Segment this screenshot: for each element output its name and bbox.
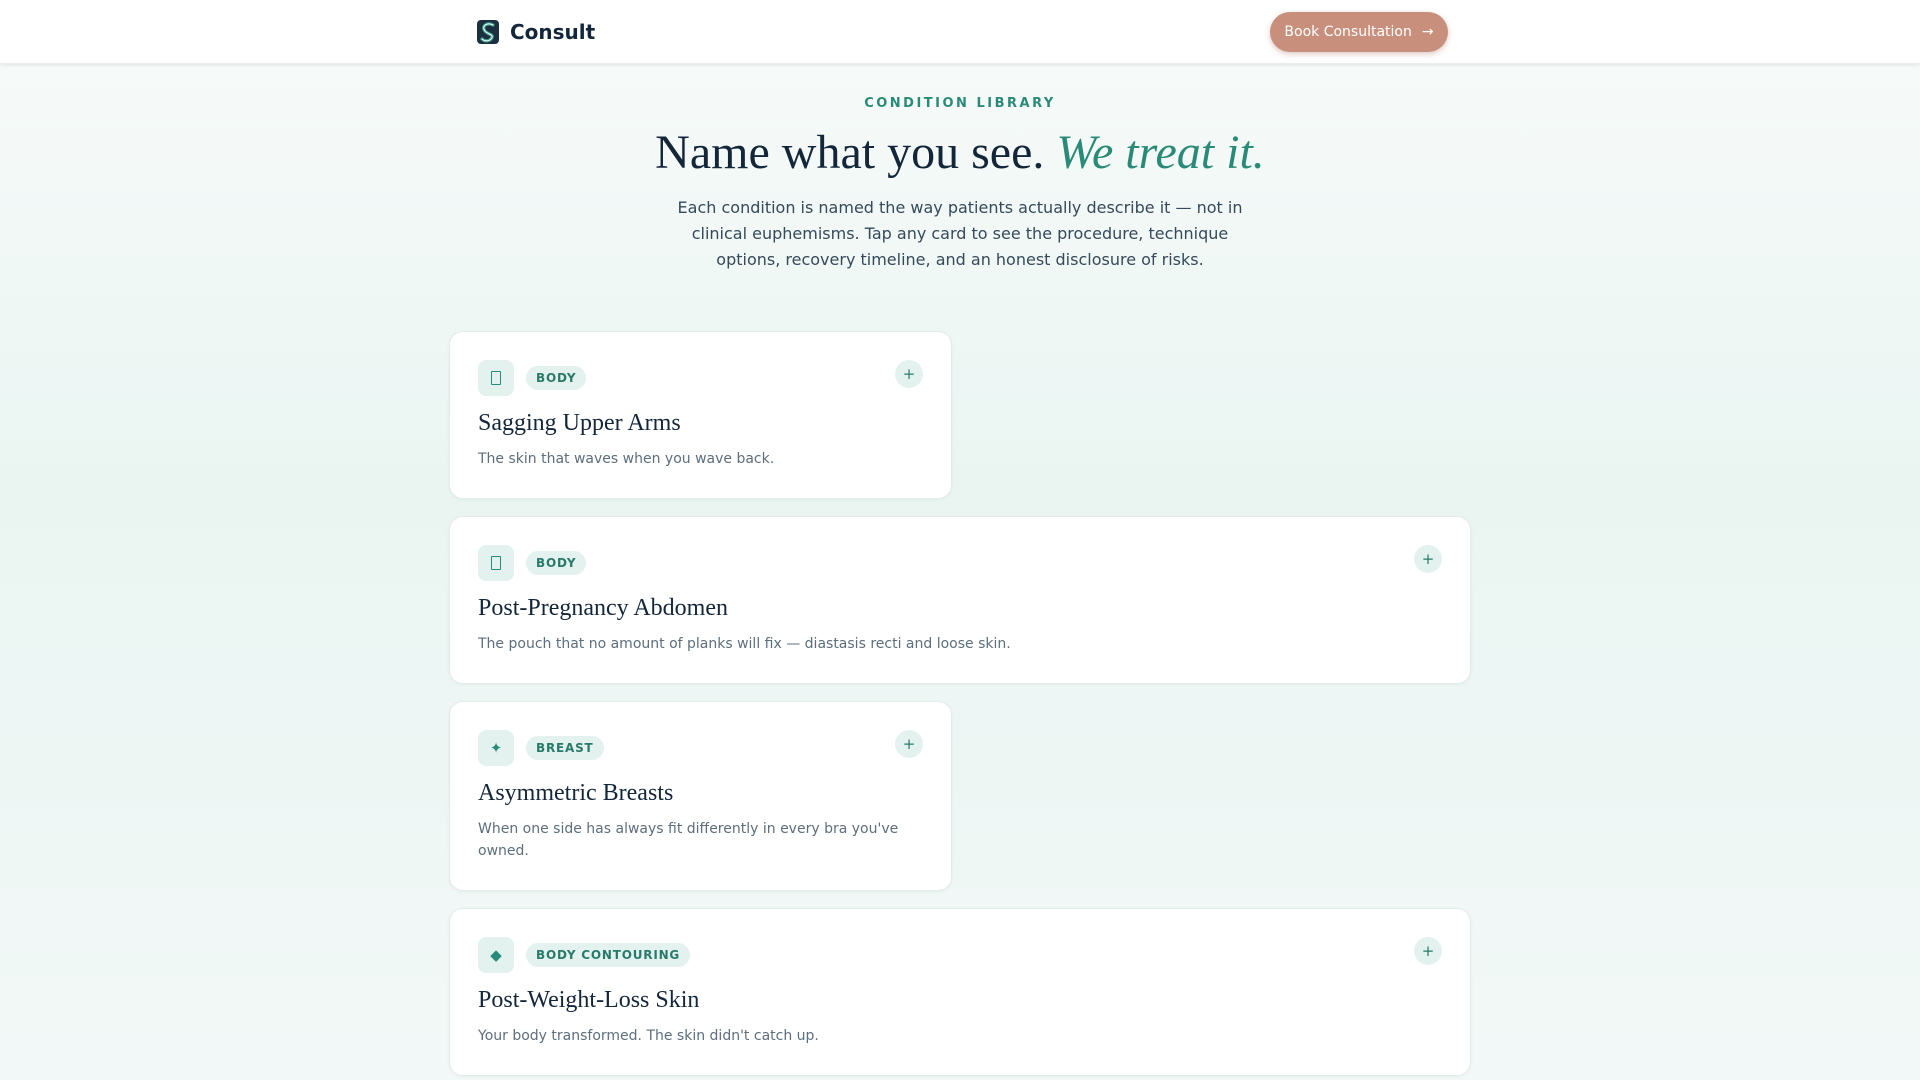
condition-description: Your body transformed. The skin didn't c…: [478, 1028, 819, 1044]
logo-icon: [477, 20, 499, 44]
condition-card-asymmetric-breasts[interactable]: ✦ BREAST + Asymmetric Breasts When one s…: [449, 701, 952, 891]
condition-description: When one side has always fit differently…: [478, 821, 899, 859]
book-consultation-button[interactable]: Book Consultation →: [1270, 12, 1448, 52]
category-tag: BREAST: [526, 736, 604, 760]
hero: CONDITION LIBRARY Name what you see. We …: [0, 96, 1920, 273]
headline-plain: Name what you see.: [655, 126, 1045, 179]
condition-title: Asymmetric Breasts: [478, 780, 674, 806]
condition-description: The pouch that no amount of planks will …: [478, 636, 1011, 652]
expand-icon[interactable]: +: [1414, 545, 1442, 573]
book-consultation-label: Book Consultation: [1284, 24, 1412, 40]
arrow-right-icon: →: [1421, 24, 1434, 40]
condition-title: Sagging Upper Arms: [478, 410, 681, 436]
expand-icon[interactable]: +: [895, 730, 923, 758]
top-navbar: Consult Book Consultation →: [0, 0, 1920, 64]
condition-card-sagging-upper-arms[interactable]: BODY + Sagging Upper Arms The skin that …: [449, 331, 952, 499]
condition-title: Post-Pregnancy Abdomen: [478, 595, 728, 621]
expand-icon[interactable]: +: [895, 360, 923, 388]
eyebrow-label: CONDITION LIBRARY: [864, 96, 1056, 111]
category-tag: BODY CONTOURING: [526, 943, 691, 967]
brand-name: Consult: [510, 20, 596, 44]
brand[interactable]: Consult: [476, 19, 595, 45]
intro-text: Each condition is named the way patients…: [677, 197, 1243, 269]
sparkle-icon: ✦: [478, 730, 514, 766]
outline-square-icon: [478, 360, 514, 396]
condition-description: The skin that waves when you wave back.: [478, 451, 775, 467]
expand-icon[interactable]: +: [1414, 937, 1442, 965]
outline-square-icon: [478, 545, 514, 581]
condition-title: Post-Weight-Loss Skin: [478, 987, 700, 1013]
condition-card-post-pregnancy-abdomen[interactable]: BODY + Post-Pregnancy Abdomen The pouch …: [449, 516, 1471, 684]
diamond-icon: ◆: [478, 937, 514, 973]
condition-card-post-weight-loss-skin[interactable]: ◆ BODY CONTOURING + Post-Weight-Loss Ski…: [449, 908, 1471, 1076]
category-tag: BODY: [526, 366, 587, 390]
page-title: Name what you see. We treat it.: [0, 124, 1920, 182]
category-tag: BODY: [526, 551, 587, 575]
headline-accent: We treat it.: [1056, 126, 1265, 179]
